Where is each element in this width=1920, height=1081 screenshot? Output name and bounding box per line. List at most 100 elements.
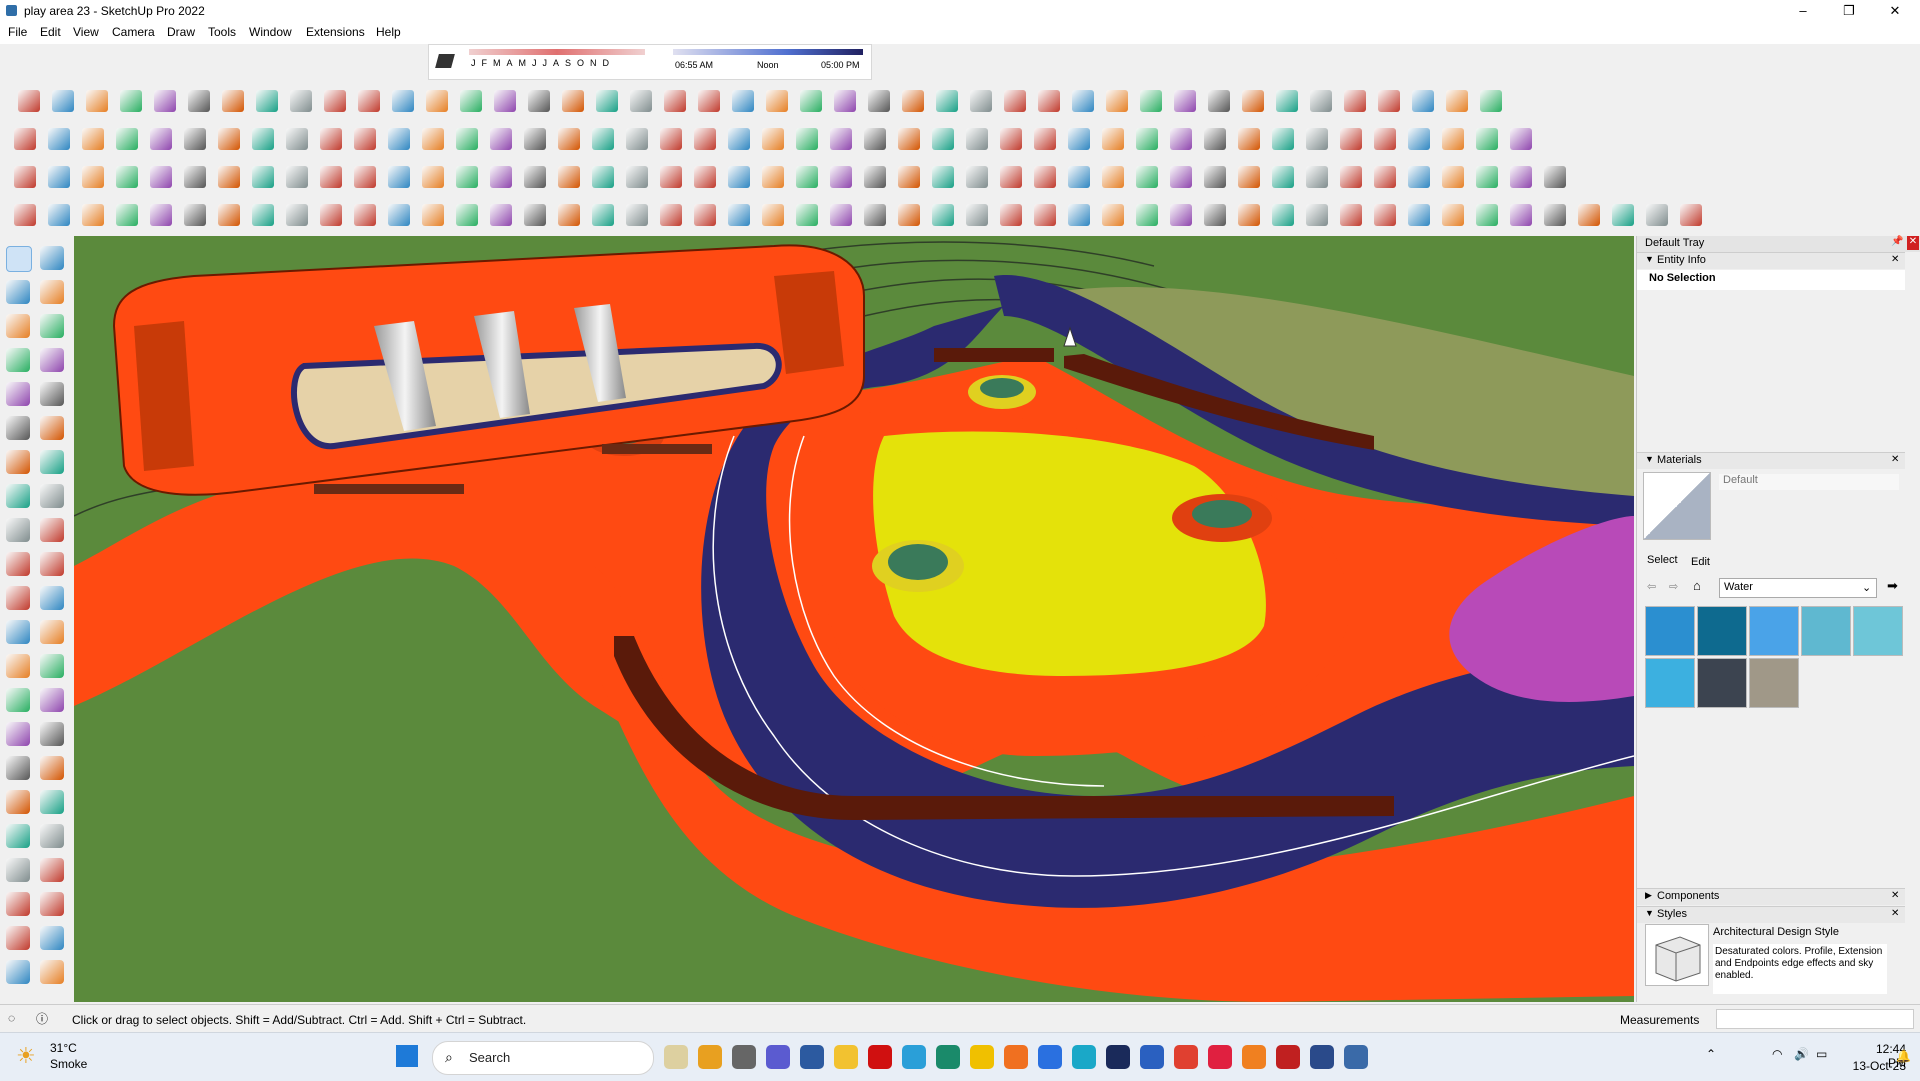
left-tool-icon[interactable] — [40, 518, 64, 542]
taskbar-app-icon[interactable] — [698, 1045, 722, 1069]
left-tool-icon[interactable] — [40, 790, 64, 814]
toolbar-tool-icon[interactable] — [1446, 90, 1468, 112]
toolbar-tool-icon[interactable] — [728, 204, 750, 226]
toolbar-tool-icon[interactable] — [626, 166, 648, 188]
forward-arrow-icon[interactable]: ⇨ — [1669, 580, 1678, 593]
toolbar-tool-icon[interactable] — [1136, 204, 1158, 226]
toolbar-tool-icon[interactable] — [1204, 204, 1226, 226]
toolbar-tool-icon[interactable] — [1238, 204, 1260, 226]
toolbar-tool-icon[interactable] — [626, 128, 648, 150]
taskbar-app-icon[interactable] — [1310, 1045, 1334, 1069]
toolbar-tool-icon[interactable] — [1412, 90, 1434, 112]
toolbar-tool-icon[interactable] — [524, 204, 546, 226]
toolbar-tool-icon[interactable] — [1102, 204, 1124, 226]
taskbar-app-icon[interactable] — [1276, 1045, 1300, 1069]
left-tool-icon[interactable] — [6, 756, 30, 780]
battery-icon[interactable]: ▭ — [1816, 1047, 1827, 1061]
toolbar-tool-icon[interactable] — [1340, 128, 1362, 150]
toolbar-tool-icon[interactable] — [184, 166, 206, 188]
panel-close-icon[interactable]: ✕ — [1891, 454, 1899, 465]
menu-view[interactable]: View — [73, 25, 99, 39]
toolbar-tool-icon[interactable] — [694, 128, 716, 150]
volume-icon[interactable]: 🔊 — [1794, 1047, 1809, 1061]
toolbar-tool-icon[interactable] — [218, 166, 240, 188]
taskbar-app-icon[interactable] — [1140, 1045, 1164, 1069]
left-tool-icon[interactable] — [6, 280, 30, 304]
month-slider[interactable] — [469, 49, 645, 55]
notification-icon[interactable]: 🔔 — [1896, 1049, 1911, 1063]
toolbar-tool-icon[interactable] — [1004, 90, 1026, 112]
taskbar-app-icon[interactable] — [1004, 1045, 1028, 1069]
material-swatch[interactable] — [1853, 606, 1903, 656]
panel-close-icon[interactable]: ✕ — [1891, 890, 1899, 901]
left-tool-icon[interactable] — [40, 348, 64, 372]
toolbar-tool-icon[interactable] — [1034, 128, 1056, 150]
taskbar-app-icon[interactable] — [868, 1045, 892, 1069]
components-header[interactable]: ▶ Components ✕ — [1637, 888, 1905, 905]
toolbar-tool-icon[interactable] — [154, 90, 176, 112]
panel-close-icon[interactable]: ✕ — [1891, 254, 1899, 265]
material-swatch[interactable] — [1697, 606, 1747, 656]
toolbar-tool-icon[interactable] — [868, 90, 890, 112]
back-arrow-icon[interactable]: ⇦ — [1647, 580, 1656, 593]
toolbar-tool-icon[interactable] — [1408, 128, 1430, 150]
toolbar-tool-icon[interactable] — [1378, 90, 1400, 112]
toolbar-tool-icon[interactable] — [1306, 166, 1328, 188]
toolbar-tool-icon[interactable] — [1102, 128, 1124, 150]
panel-close-icon[interactable]: ✕ — [1891, 908, 1899, 919]
toolbar-tool-icon[interactable] — [1374, 128, 1396, 150]
taskbar-app-icon[interactable] — [1174, 1045, 1198, 1069]
time-slider[interactable] — [673, 49, 863, 55]
taskbar-app-icon[interactable] — [902, 1045, 926, 1069]
toolbar-tool-icon[interactable] — [1408, 204, 1430, 226]
left-tool-icon[interactable] — [40, 246, 64, 270]
weather-sun-icon[interactable]: ☀ — [16, 1043, 36, 1069]
left-tool-icon[interactable] — [6, 790, 30, 814]
toolbar-tool-icon[interactable] — [660, 128, 682, 150]
toolbar-tool-icon[interactable] — [1374, 204, 1396, 226]
toolbar-tool-icon[interactable] — [592, 128, 614, 150]
left-tool-icon[interactable] — [40, 688, 64, 712]
taskbar-app-icon[interactable] — [1072, 1045, 1096, 1069]
toolbar-tool-icon[interactable] — [52, 90, 74, 112]
menu-file[interactable]: File — [8, 25, 27, 39]
toolbar-tool-icon[interactable] — [1034, 166, 1056, 188]
toolbar-tool-icon[interactable] — [694, 166, 716, 188]
toolbar-tool-icon[interactable] — [460, 90, 482, 112]
toolbar-tool-icon[interactable] — [82, 166, 104, 188]
toolbar-tool-icon[interactable] — [14, 128, 36, 150]
toolbar-tool-icon[interactable] — [188, 90, 210, 112]
toolbar-tool-icon[interactable] — [524, 166, 546, 188]
left-tool-icon[interactable] — [6, 484, 30, 508]
toolbar-tool-icon[interactable] — [830, 128, 852, 150]
details-arrow-icon[interactable]: ➡ — [1887, 578, 1898, 594]
left-tool-icon[interactable] — [40, 960, 64, 984]
menu-draw[interactable]: Draw — [167, 25, 195, 39]
toolbar-tool-icon[interactable] — [150, 166, 172, 188]
toolbar-tool-icon[interactable] — [252, 204, 274, 226]
toolbar-tool-icon[interactable] — [762, 204, 784, 226]
menu-camera[interactable]: Camera — [112, 25, 155, 39]
wifi-icon[interactable]: ◠ — [1772, 1047, 1782, 1061]
toolbar-tool-icon[interactable] — [184, 204, 206, 226]
toolbar-tool-icon[interactable] — [1646, 204, 1668, 226]
toolbar-tool-icon[interactable] — [422, 204, 444, 226]
toolbar-tool-icon[interactable] — [354, 166, 376, 188]
toolbar-tool-icon[interactable] — [1140, 90, 1162, 112]
toolbar-tool-icon[interactable] — [320, 128, 342, 150]
toolbar-tool-icon[interactable] — [1000, 128, 1022, 150]
toolbar-tool-icon[interactable] — [218, 204, 240, 226]
toolbar-tool-icon[interactable] — [592, 166, 614, 188]
weather-temp[interactable]: 31°C — [50, 1041, 77, 1055]
toolbar-tool-icon[interactable] — [252, 166, 274, 188]
toolbar-tool-icon[interactable] — [86, 90, 108, 112]
geolocation-icon[interactable]: ◌ — [8, 1011, 15, 1025]
toolbar-tool-icon[interactable] — [494, 90, 516, 112]
toolbar-tool-icon[interactable] — [1276, 90, 1298, 112]
toolbar-tool-icon[interactable] — [864, 128, 886, 150]
toolbar-tool-icon[interactable] — [48, 166, 70, 188]
toolbar-tool-icon[interactable] — [354, 204, 376, 226]
toolbar-tool-icon[interactable] — [1072, 90, 1094, 112]
materials-tab-edit[interactable]: Edit — [1691, 556, 1710, 568]
material-name[interactable]: Default — [1719, 474, 1899, 490]
